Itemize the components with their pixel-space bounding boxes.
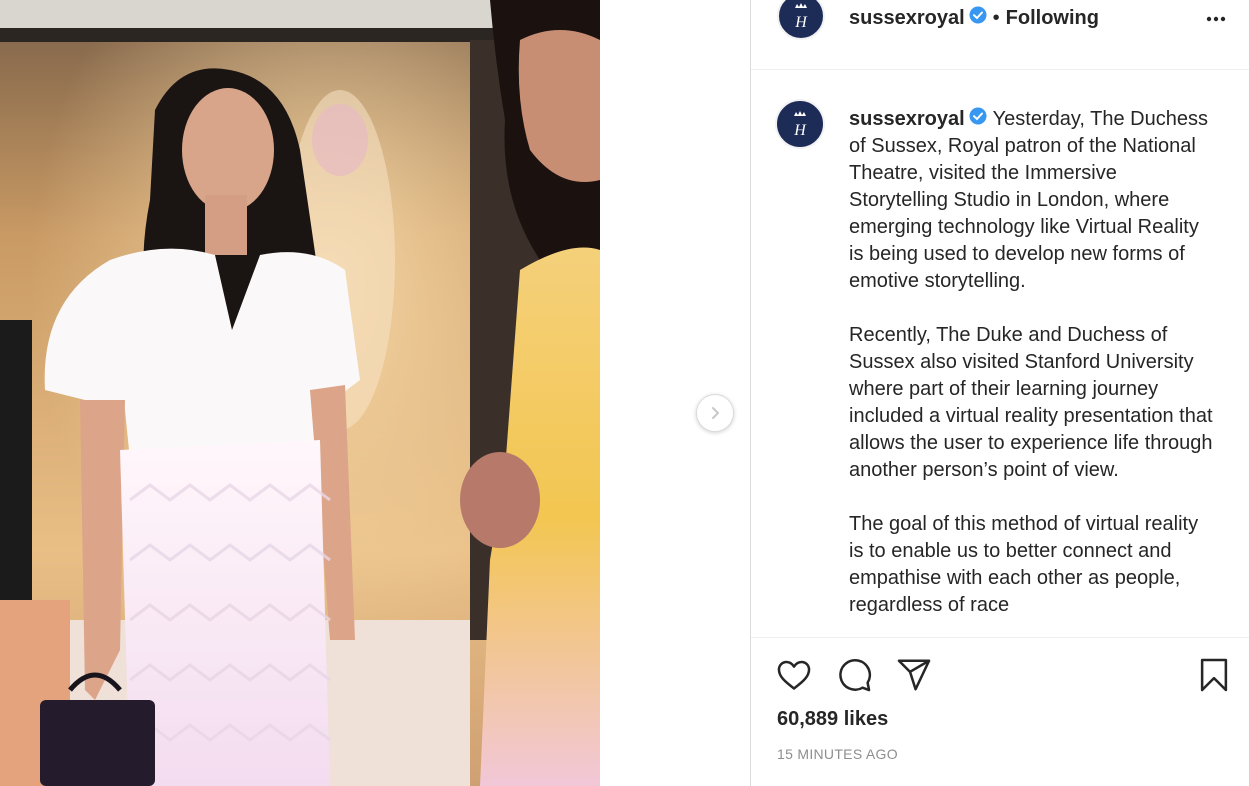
like-button[interactable] <box>775 656 813 699</box>
heart-icon <box>777 660 811 690</box>
save-button[interactable] <box>1195 656 1233 699</box>
caption-scroll-area[interactable]: H sussexroyal Yesterday, The Duchess of S… <box>751 71 1249 637</box>
caption-row: H sussexroyal Yesterday, The Duchess of S… <box>775 99 1214 637</box>
caption-paragraph-1: sussexroyal Yesterday, The Duchess of Sus… <box>849 106 1214 295</box>
avatar[interactable]: H <box>777 0 825 40</box>
svg-text:H: H <box>794 14 808 31</box>
likes-count[interactable]: 60,889 likes <box>777 708 888 731</box>
caption-body-1: Yesterday, The Duchess of Sussex, Royal … <box>849 108 1208 293</box>
royal-monogram-icon: H <box>793 111 807 139</box>
carousel-next-button[interactable] <box>696 394 734 432</box>
svg-text:H: H <box>793 122 807 139</box>
header-separator: • <box>992 6 1000 29</box>
carousel-gutter <box>600 0 750 786</box>
more-options-icon <box>1206 16 1226 22</box>
chevron-right-icon <box>712 407 719 419</box>
paper-plane-icon <box>897 659 931 691</box>
post-header: H sussexroyal • Following <box>751 0 1249 70</box>
caption-username[interactable]: sussexroyal <box>849 108 965 130</box>
following-button[interactable]: Following <box>1006 7 1099 30</box>
verified-badge-icon <box>969 6 987 30</box>
post-photo[interactable] <box>0 0 600 786</box>
header-username[interactable]: sussexroyal <box>849 7 965 30</box>
post-photo-illustration <box>0 0 600 786</box>
comment-icon <box>839 658 872 692</box>
caption-avatar[interactable]: H <box>775 99 825 149</box>
royal-monogram-icon: H <box>794 2 808 31</box>
more-options-button[interactable] <box>1205 8 1227 35</box>
post-timestamp[interactable]: 15 MINUTES AGO <box>777 746 898 762</box>
caption-paragraph-3: The goal of this method of virtual reali… <box>849 513 1199 617</box>
caption-text: sussexroyal Yesterday, The Duchess of Sus… <box>849 106 1214 637</box>
verified-badge-icon <box>969 106 987 133</box>
bookmark-icon <box>1200 658 1228 692</box>
comment-button[interactable] <box>835 656 873 699</box>
header-user-row: sussexroyal • Following <box>849 6 1099 30</box>
share-button[interactable] <box>895 656 933 699</box>
post-side-panel: H sussexroyal • Following H sussexroyal … <box>750 0 1249 786</box>
post-actions: 60,889 likes 15 MINUTES AGO <box>751 637 1249 786</box>
caption-paragraph-2: Recently, The Duke and Duchess of Sussex… <box>849 324 1213 482</box>
